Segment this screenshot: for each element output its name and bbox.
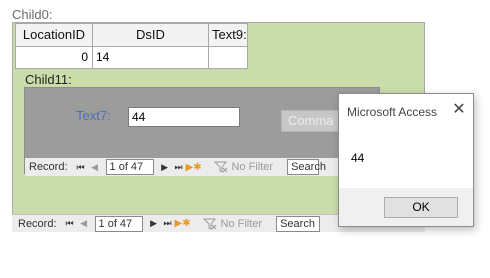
dialog-title: Microsoft Access bbox=[347, 105, 438, 119]
cell-dsid[interactable]: 14 bbox=[92, 46, 209, 69]
no-filter-label: No Filter bbox=[231, 161, 274, 173]
search-box[interactable]: Search bbox=[276, 215, 321, 232]
column-header-locationid[interactable]: LocationID bbox=[15, 23, 93, 47]
record-label: Record: bbox=[18, 217, 57, 230]
command-button[interactable]: Comma bbox=[281, 110, 341, 132]
new-record-icon[interactable]: ▶✱ bbox=[186, 162, 202, 173]
ok-button[interactable]: OK bbox=[384, 197, 458, 218]
next-record-icon[interactable]: ▶ bbox=[158, 162, 172, 173]
next-record-icon[interactable]: ▶ bbox=[147, 218, 161, 229]
last-record-icon[interactable]: ⏭ bbox=[161, 218, 175, 229]
record-position-input[interactable]: 1 of 47 bbox=[105, 159, 154, 175]
message-dialog: Microsoft Access ✕ 44 OK bbox=[338, 93, 474, 227]
no-filter-label: No Filter bbox=[220, 217, 263, 230]
cell-locationid[interactable]: 0 bbox=[15, 46, 93, 69]
text7-label: Text7: bbox=[76, 108, 111, 123]
record-position-input[interactable]: 1 of 47 bbox=[94, 215, 143, 232]
inner-record-navigator: Record: ⏮ ◀ 1 of 47 ▶ ⏭ ▶✱ No Filter Sea… bbox=[25, 158, 379, 176]
first-record-icon[interactable]: ⏮ bbox=[74, 162, 88, 173]
close-icon[interactable]: ✕ bbox=[449, 100, 469, 120]
text7-field[interactable]: 44 bbox=[128, 107, 240, 127]
filter-icon bbox=[202, 218, 216, 230]
new-record-icon[interactable]: ▶✱ bbox=[175, 218, 191, 229]
previous-record-icon[interactable]: ◀ bbox=[77, 218, 91, 229]
column-header-dsid[interactable]: DsID bbox=[92, 23, 209, 47]
column-header-text9[interactable]: Text9: bbox=[208, 23, 248, 47]
previous-record-icon[interactable]: ◀ bbox=[88, 162, 102, 173]
last-record-icon[interactable]: ⏭ bbox=[172, 162, 186, 173]
search-box[interactable]: Search bbox=[287, 159, 326, 175]
record-label: Record: bbox=[29, 161, 68, 173]
no-filter-button[interactable]: No Filter bbox=[213, 161, 274, 173]
cell-text9[interactable] bbox=[208, 46, 248, 69]
dialog-message: 44 bbox=[351, 151, 365, 165]
first-record-icon[interactable]: ⏮ bbox=[63, 218, 77, 229]
no-filter-button[interactable]: No Filter bbox=[202, 217, 263, 230]
child11-label: Child11: bbox=[25, 72, 72, 87]
child0-label: Child0: bbox=[12, 7, 53, 22]
filter-icon bbox=[213, 161, 227, 173]
